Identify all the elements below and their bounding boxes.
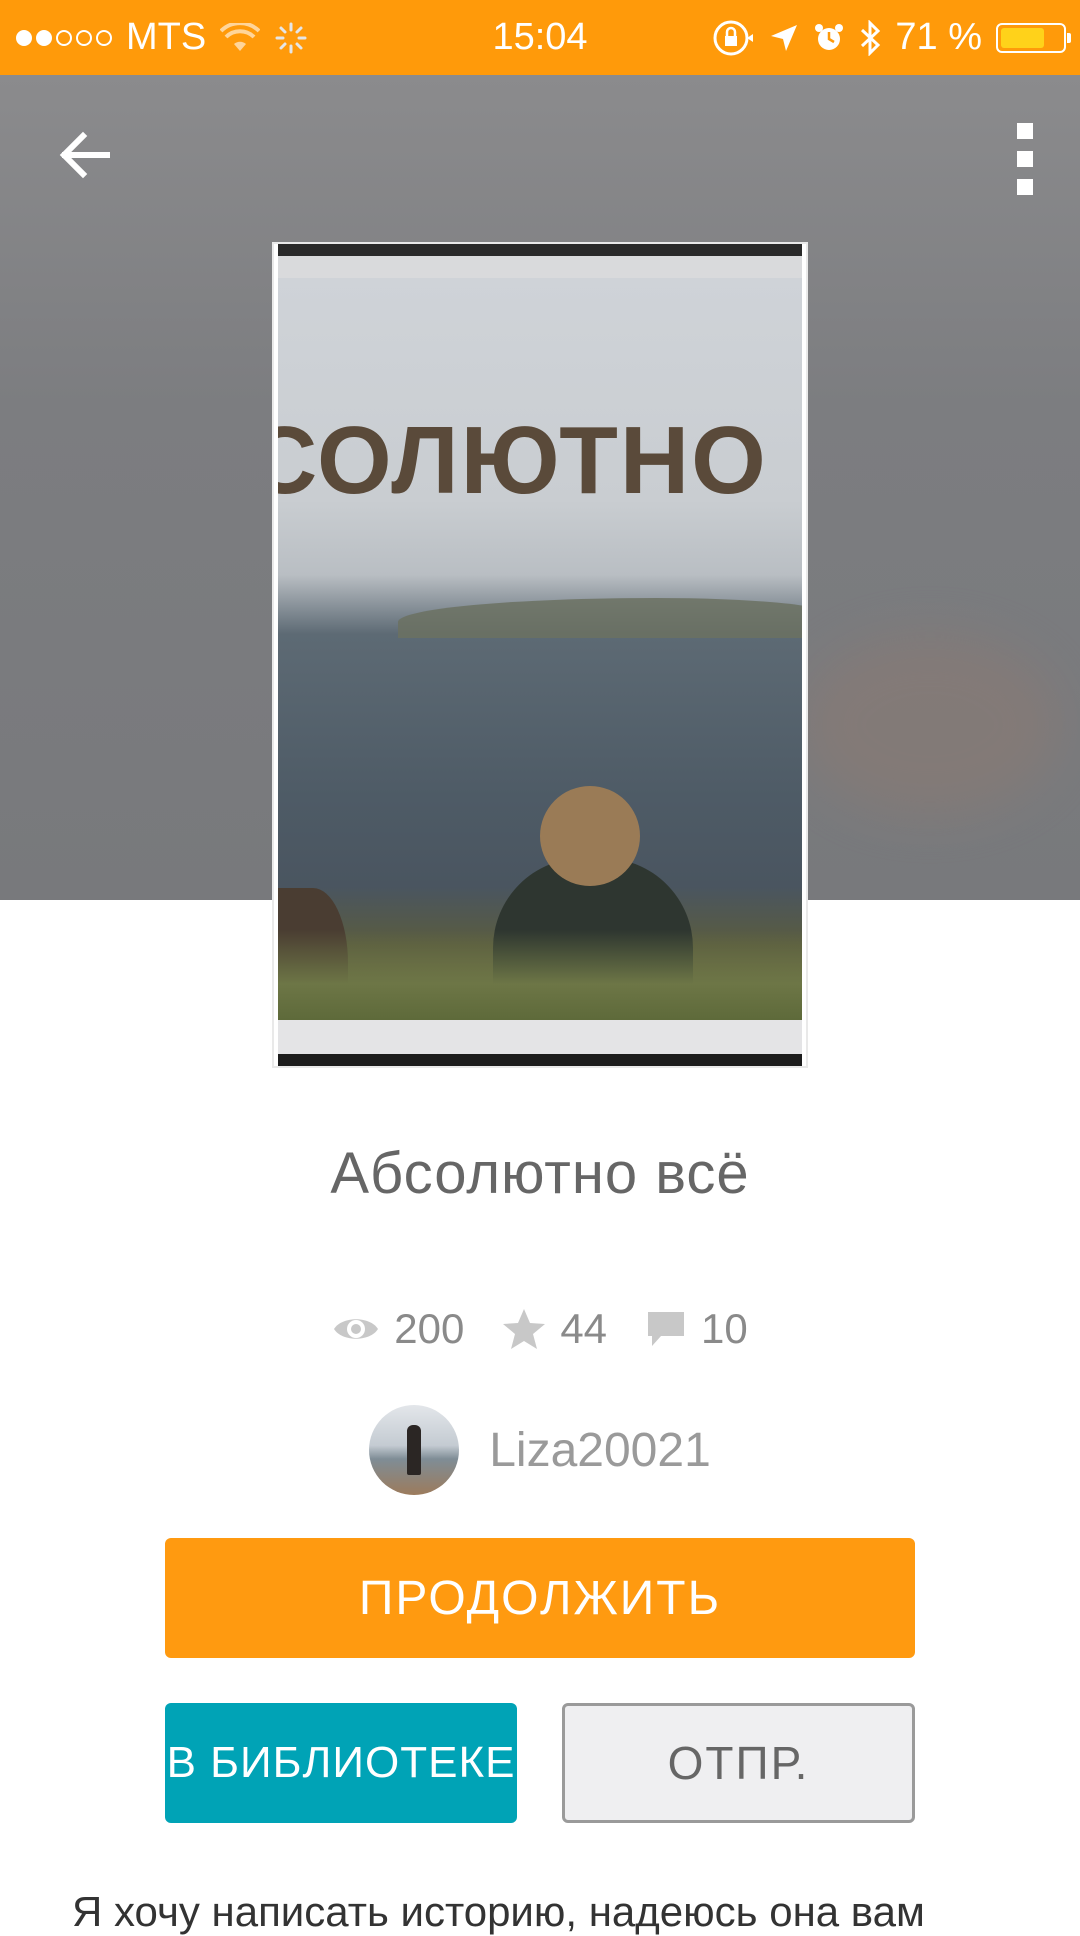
author-row[interactable]: Liza20021	[0, 1405, 1080, 1495]
continue-reading-button[interactable]: ПРОДОЛЖИТЬ	[165, 1538, 915, 1658]
avatar[interactable]	[369, 1405, 460, 1495]
activity-spinner-icon	[275, 22, 307, 53]
book-description: Я хочу написать историю, надеюсь она вам	[72, 1888, 925, 1935]
alarm-clock-icon	[815, 23, 844, 50]
more-vertical-icon-dot	[1017, 151, 1033, 167]
signal-strength-icon	[16, 29, 112, 46]
in-library-button[interactable]: В БИБЛИОТЕКЕ	[165, 1703, 517, 1823]
cover-photo: СОЛЮТНО	[278, 278, 802, 1066]
comments-count: 10	[701, 1305, 748, 1352]
cover-grass	[278, 930, 802, 1020]
bluetooth-icon	[861, 19, 881, 56]
book-cover[interactable]: СОЛЮТНО	[272, 242, 808, 1068]
cover-person-head	[540, 786, 640, 886]
carrier-name: MTS	[126, 16, 207, 58]
comments-stat: 10	[645, 1305, 748, 1353]
views-count: 200	[394, 1305, 465, 1352]
cover-land	[398, 598, 802, 638]
more-options-button[interactable]	[1010, 123, 1040, 195]
battery-percentage: 71 %	[895, 16, 982, 58]
cover-title-text: СОЛЮТНО	[278, 407, 768, 514]
location-arrow-icon	[771, 24, 798, 51]
book-cover-image: СОЛЮТНО	[278, 244, 802, 1066]
status-bar: MTS 15:04 71 %	[0, 0, 1080, 75]
views-stat: 200	[332, 1305, 464, 1353]
comment-icon	[648, 1312, 685, 1346]
send-button[interactable]: ОТПР.	[562, 1703, 915, 1823]
back-button[interactable]	[55, 125, 115, 185]
eye-icon	[334, 1319, 379, 1339]
star-icon	[503, 1309, 546, 1349]
battery-level	[1001, 27, 1044, 48]
status-right: 71 %	[711, 0, 1071, 75]
battery-icon	[996, 22, 1071, 53]
author-name[interactable]: Liza20021	[489, 1423, 711, 1478]
book-title: Абсолютно всё	[330, 1141, 750, 1206]
rotation-lock-icon	[713, 20, 754, 55]
votes-count: 44	[560, 1305, 608, 1352]
votes-stat: 44	[502, 1305, 607, 1353]
blurred-background-blob	[800, 635, 1060, 815]
more-vertical-icon-dot	[1017, 123, 1033, 139]
arrow-left-icon	[59, 131, 110, 179]
book-stats: 200 44 10	[0, 1305, 1080, 1353]
status-left: MTS	[16, 0, 308, 75]
wifi-icon	[220, 22, 261, 51]
more-vertical-icon-dot	[1017, 179, 1033, 195]
